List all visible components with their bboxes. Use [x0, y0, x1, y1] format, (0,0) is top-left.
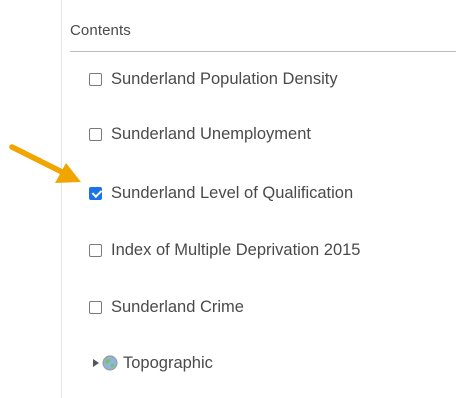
layer-checkbox[interactable]	[89, 300, 102, 314]
layer-item-deprivation-index[interactable]: Index of Multiple Deprivation 2015	[89, 238, 360, 262]
expand-caret-icon[interactable]	[93, 359, 99, 367]
contents-panel-screenshot: Contents Sunderland Population Density S…	[0, 0, 456, 398]
layer-item-crime[interactable]: Sunderland Crime	[89, 295, 244, 319]
layer-checkbox[interactable]	[89, 72, 102, 86]
layer-item-population-density[interactable]: Sunderland Population Density	[89, 67, 338, 91]
layer-label: Sunderland Population Density	[111, 69, 338, 88]
title-divider	[70, 51, 456, 52]
layer-checkbox-checked[interactable]	[89, 186, 102, 200]
layer-label: Sunderland Unemployment	[111, 124, 311, 143]
layer-item-unemployment[interactable]: Sunderland Unemployment	[89, 122, 311, 146]
globe-icon	[102, 355, 118, 371]
layer-label: Index of Multiple Deprivation 2015	[111, 240, 361, 259]
panel-title: Contents	[70, 22, 131, 39]
layer-checkbox[interactable]	[89, 243, 102, 257]
layer-label: Sunderland Level of Qualification	[111, 183, 354, 202]
layer-group-topographic[interactable]: Topographic	[93, 351, 213, 375]
layer-item-level-of-qualification[interactable]: Sunderland Level of Qualification	[89, 181, 353, 205]
contents-panel: Contents Sunderland Population Density S…	[62, 0, 456, 398]
layer-checkbox[interactable]	[89, 127, 102, 141]
layer-group-label: Topographic	[123, 353, 213, 372]
layer-label: Sunderland Crime	[111, 297, 244, 316]
